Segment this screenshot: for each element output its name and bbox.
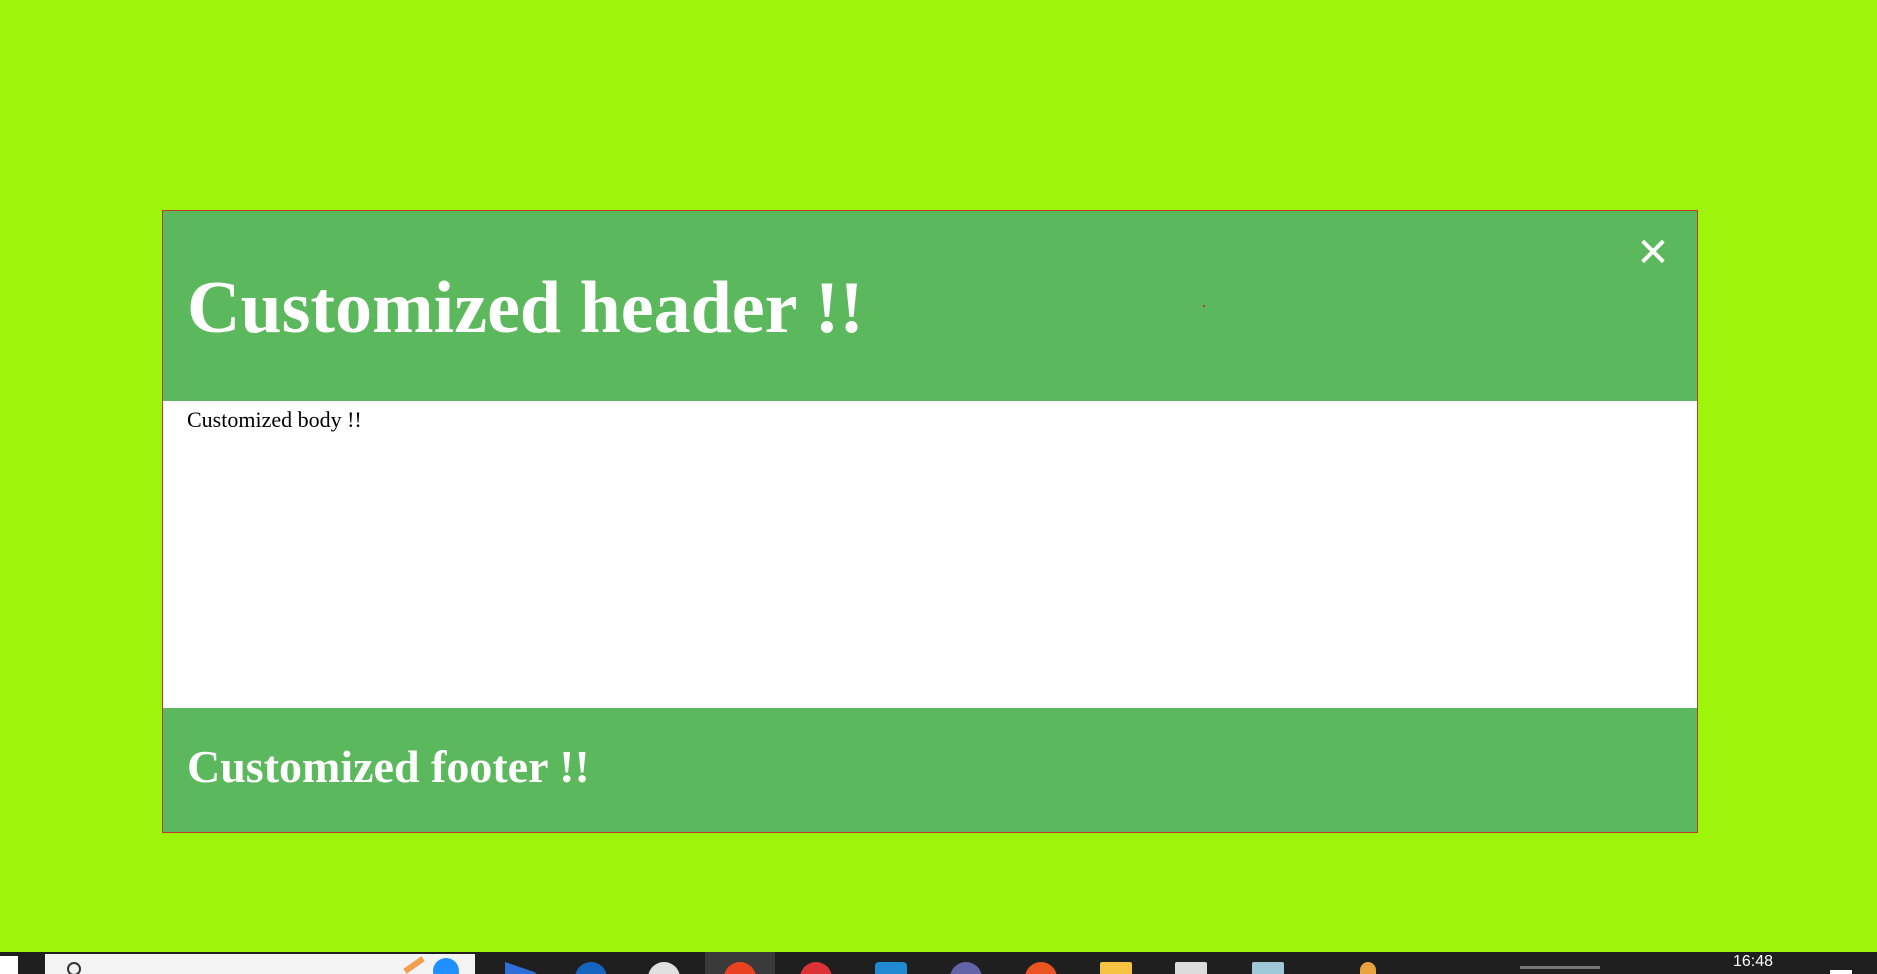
vscode-icon[interactable] bbox=[875, 962, 907, 974]
close-icon[interactable]: ✕ bbox=[1633, 233, 1673, 273]
modal-body: Customized body !! bbox=[163, 401, 1697, 708]
taskbar-clock[interactable]: 16:48 bbox=[1733, 953, 1773, 971]
chat-bubble-icon[interactable] bbox=[433, 958, 459, 974]
folder-icon[interactable] bbox=[1100, 962, 1132, 974]
notification-icon[interactable] bbox=[1830, 970, 1852, 974]
taskbar-search-box[interactable] bbox=[45, 954, 475, 974]
modal-header: Customized header !! ✕ bbox=[163, 211, 1697, 401]
chrome-icon[interactable] bbox=[800, 962, 832, 974]
clock-app-icon[interactable] bbox=[648, 962, 680, 974]
tray-status bbox=[1520, 966, 1600, 969]
modal-body-text: Customized body !! bbox=[187, 407, 362, 432]
pencil-icon bbox=[403, 956, 425, 974]
search-icon bbox=[67, 962, 81, 974]
taskbar: 16:48 bbox=[0, 952, 1877, 974]
modal-footer-title: Customized footer !! bbox=[187, 741, 590, 792]
play-icon[interactable] bbox=[505, 962, 537, 974]
modal-dialog: Customized header !! ✕ Customized body !… bbox=[162, 210, 1698, 833]
teams-icon[interactable] bbox=[950, 962, 982, 974]
ubuntu-icon[interactable] bbox=[1025, 962, 1057, 974]
modal-footer: Customized footer !! bbox=[163, 708, 1697, 832]
edge-icon[interactable] bbox=[575, 962, 607, 974]
user-icon[interactable] bbox=[1360, 962, 1376, 974]
files-icon[interactable] bbox=[1252, 962, 1284, 974]
notepad-icon[interactable] bbox=[1175, 962, 1207, 974]
stray-dot bbox=[1203, 305, 1205, 307]
start-icon[interactable] bbox=[0, 956, 18, 974]
modal-header-title: Customized header !! bbox=[187, 267, 864, 349]
